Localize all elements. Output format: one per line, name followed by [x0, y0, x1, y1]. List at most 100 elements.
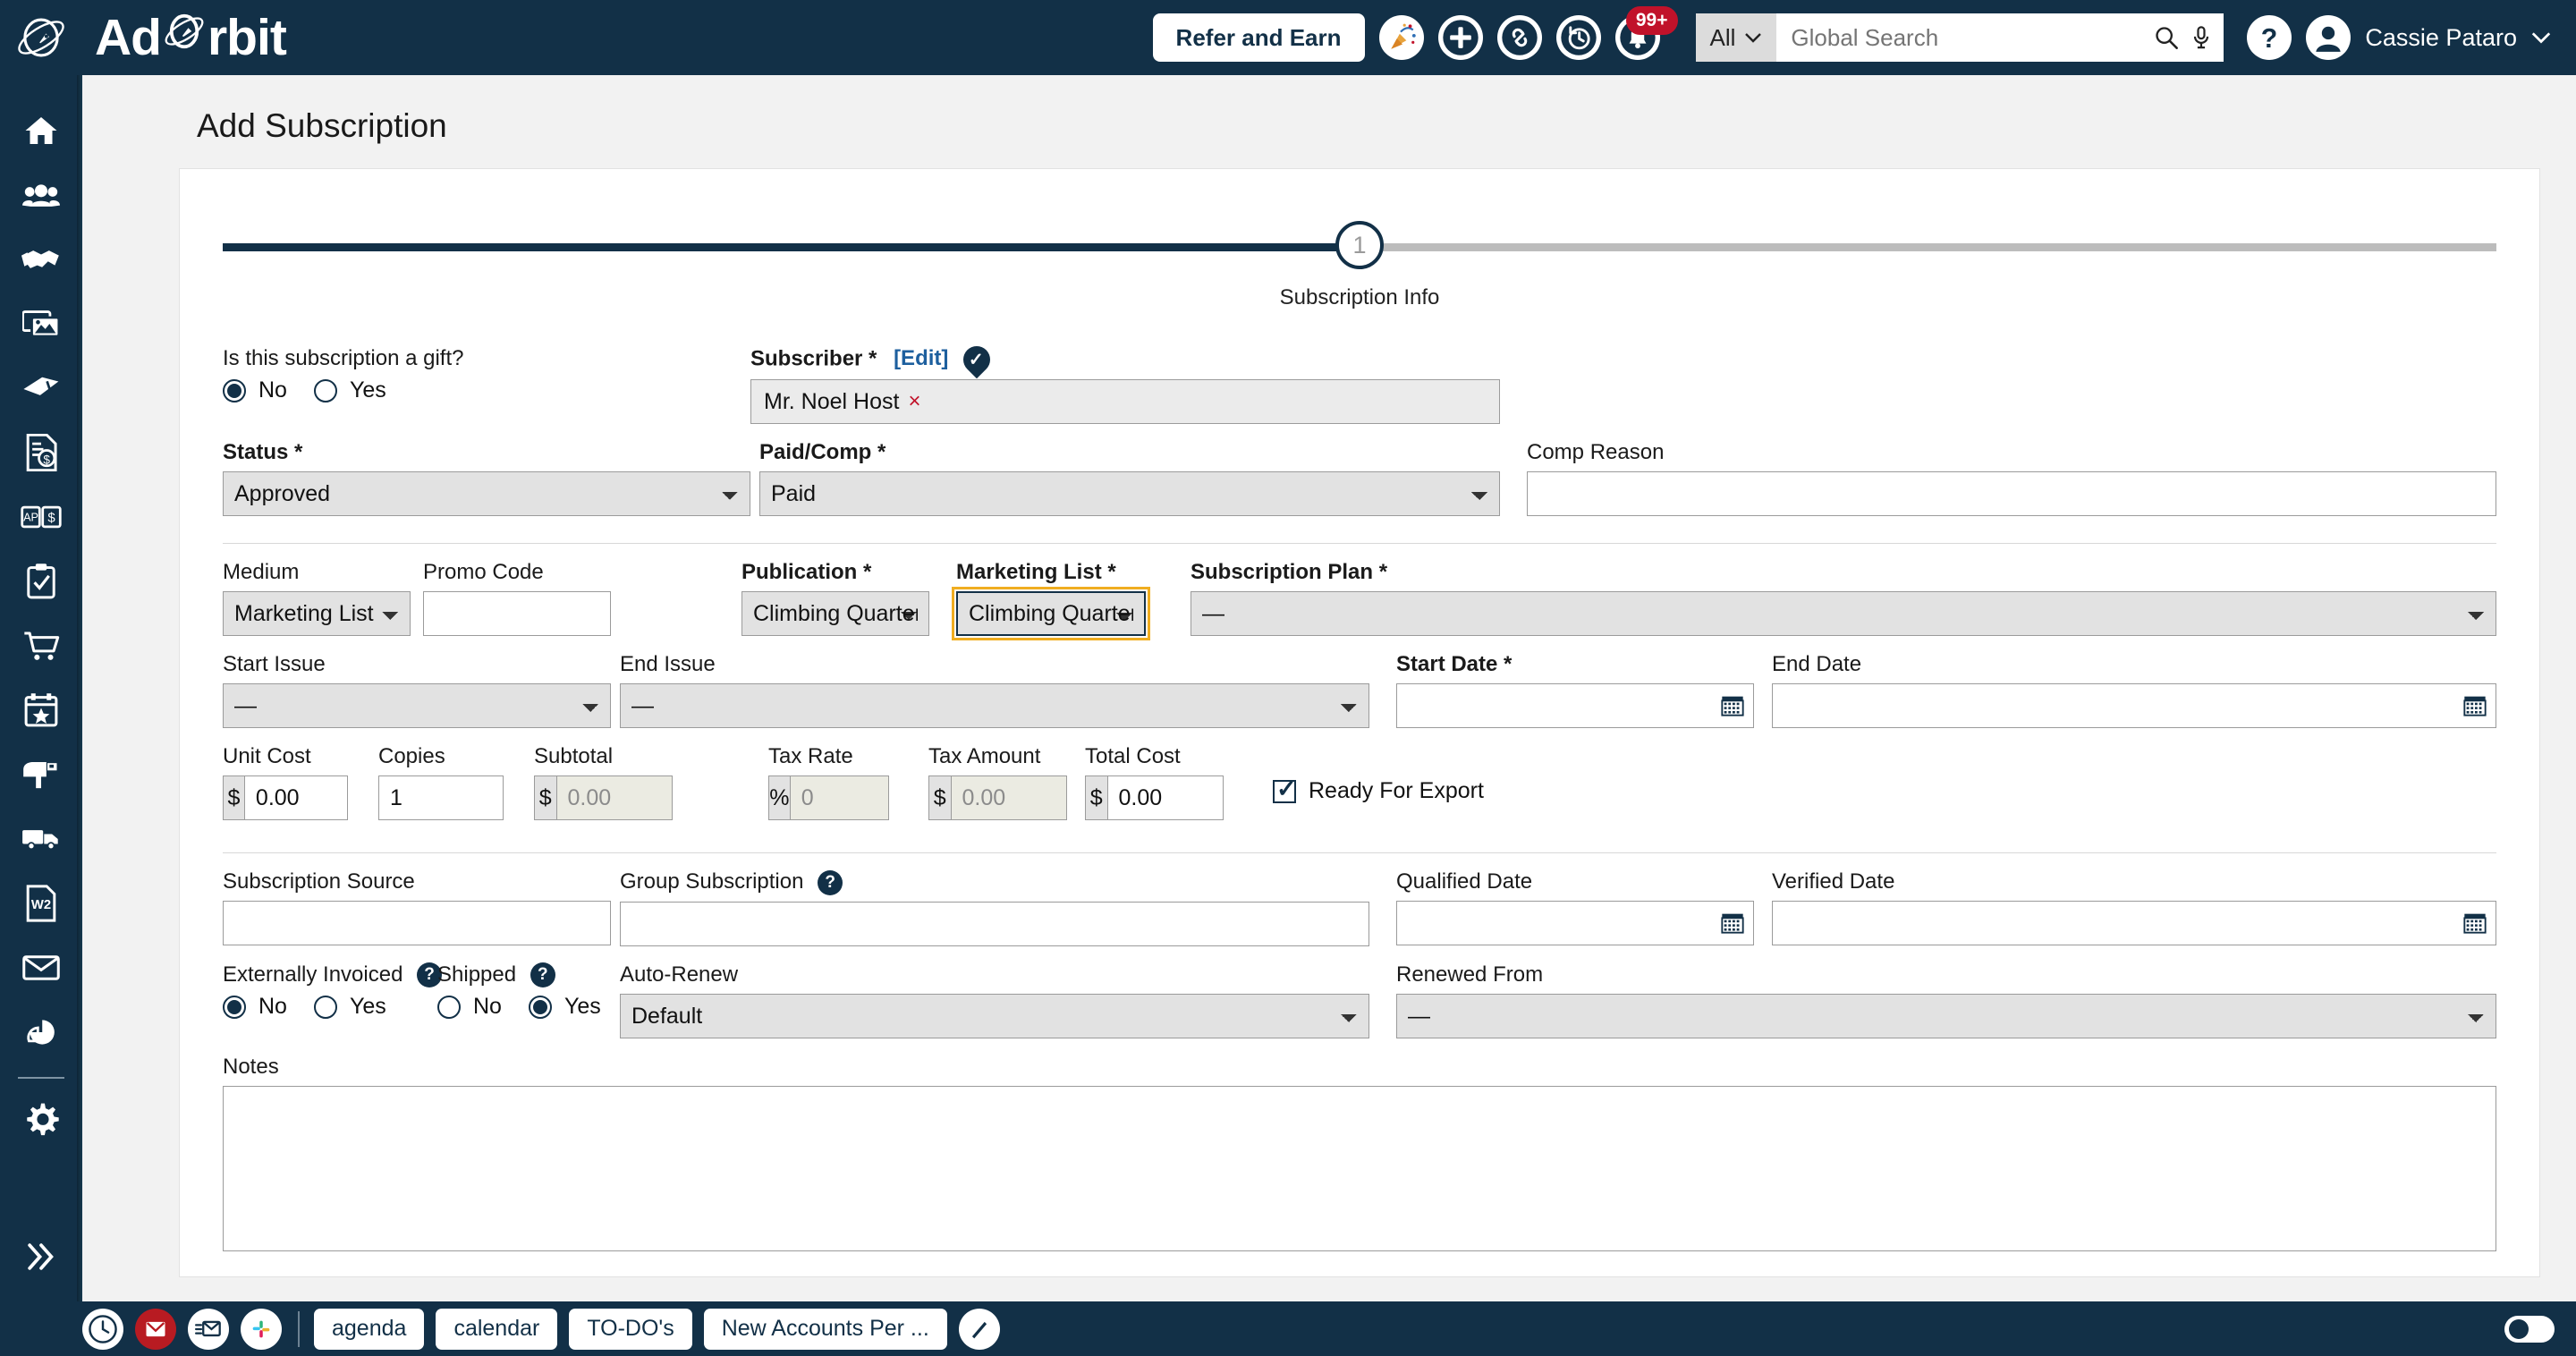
search-input[interactable] — [1789, 22, 2121, 53]
main-content: Add Subscription 1 Subscription Info Is … — [82, 75, 2576, 1301]
stepper-step-1[interactable]: 1 — [1335, 221, 1384, 269]
publication-select[interactable]: Climbing Quarterly — [741, 591, 929, 636]
tax-amount-input — [951, 776, 1066, 819]
avatar-icon[interactable] — [2306, 15, 2351, 60]
comp-reason-input[interactable] — [1527, 471, 2496, 516]
start-issue-select[interactable]: — — [223, 683, 611, 728]
taskbar-tab-new-accounts[interactable]: New Accounts Per ... — [703, 1308, 947, 1350]
shipped-radio-no[interactable] — [437, 995, 461, 1019]
marketing-list-select[interactable]: Climbing Quarterly List — [952, 587, 1150, 640]
sidebar-item-documents[interactable]: W2 — [0, 871, 82, 936]
externally-invoiced-label: Externally Invoiced ? — [223, 962, 443, 988]
sidebar-item-reports[interactable] — [0, 1000, 82, 1064]
link-icon[interactable] — [1496, 15, 1542, 60]
search-field[interactable] — [1776, 13, 2224, 62]
sidebar-item-settings[interactable] — [0, 1088, 82, 1152]
subscriber-edit-link[interactable]: [Edit] — [894, 346, 948, 370]
mail-read-icon[interactable] — [188, 1308, 229, 1350]
shipped-yes-label: Yes — [564, 994, 601, 1020]
chevron-double-right-icon — [28, 1243, 54, 1270]
verified-date-input[interactable] — [1772, 901, 2496, 945]
pencil-icon[interactable] — [958, 1308, 1000, 1350]
calendar-icon[interactable] — [2462, 692, 2487, 722]
sidebar-item-home[interactable] — [0, 98, 82, 163]
shipped-no-label: No — [473, 994, 502, 1020]
sidebar-item-billing[interactable]: $ — [0, 420, 82, 485]
shipped-radio-yes[interactable] — [528, 995, 552, 1019]
taskbar-tab-calendar[interactable]: calendar — [436, 1308, 558, 1350]
is-gift-radio-group: No Yes — [223, 377, 750, 403]
subscription-source-input[interactable] — [223, 901, 611, 945]
sidebar-item-events[interactable] — [0, 678, 82, 742]
sidebar-item-tasks[interactable] — [0, 549, 82, 614]
paid-comp-select[interactable]: Paid — [759, 471, 1500, 516]
auto-renew-select[interactable]: Default — [620, 993, 1369, 1038]
plus-icon[interactable] — [1437, 15, 1483, 60]
calendar-icon[interactable] — [1720, 910, 1745, 939]
user-menu[interactable]: Cassie Pataro — [2365, 24, 2553, 52]
microphone-icon[interactable] — [2191, 25, 2211, 50]
end-date-input[interactable] — [1772, 683, 2496, 728]
calendar-icon[interactable] — [2462, 910, 2487, 939]
ap-dollar-icon: AP $ — [21, 505, 62, 529]
medium-select[interactable]: Marketing List — [223, 591, 411, 636]
promo-code-input[interactable] — [423, 591, 611, 636]
slack-icon[interactable] — [241, 1308, 282, 1350]
qualified-date-input[interactable] — [1396, 901, 1754, 945]
brand-text-post: rbit — [207, 9, 287, 66]
bell-icon[interactable]: 99+ — [1614, 6, 1678, 60]
sidebar-item-tickets[interactable] — [0, 356, 82, 420]
start-date-input[interactable] — [1396, 683, 1754, 728]
chat-toggle[interactable] — [2504, 1315, 2555, 1343]
sidebar-expand-toggle[interactable] — [0, 1225, 82, 1289]
logo-mark[interactable] — [0, 12, 82, 64]
group-subscription-input[interactable] — [620, 901, 1369, 946]
end-issue-select[interactable]: — — [620, 683, 1369, 728]
sidebar-item-contacts[interactable] — [0, 163, 82, 227]
taskbar-tab-agenda[interactable]: agenda — [314, 1308, 425, 1350]
calendar-icon[interactable] — [1720, 692, 1745, 722]
subtotal-label: Subtotal — [534, 744, 614, 768]
field-subscription-plan: Subscription Plan * — — [1191, 560, 2496, 636]
help-icon[interactable]: ? — [2247, 15, 2292, 60]
unit-cost-input[interactable] — [244, 776, 347, 819]
externally-invoiced-radio-yes[interactable] — [313, 995, 337, 1019]
sidebar-item-email[interactable] — [0, 936, 82, 1000]
form-row-issues-dates: Start Issue — End Issue — Start Date * E… — [223, 636, 2496, 728]
subtotal-wrap: $ — [534, 775, 673, 820]
ready-for-export-checkbox[interactable] — [1273, 775, 1297, 803]
sidebar-item-accounts-payable[interactable]: AP $ — [0, 485, 82, 549]
status-select[interactable]: Approved — [223, 471, 750, 516]
field-end-date: End Date — [1772, 652, 2496, 728]
shipped-help-icon[interactable]: ? — [530, 962, 555, 988]
field-subscription-source: Subscription Source — [223, 869, 611, 946]
is-gift-radio-yes[interactable] — [313, 378, 337, 403]
orbit-logo-icon — [18, 18, 64, 57]
taskbar-tab-todos[interactable]: TO-DO's — [569, 1308, 692, 1350]
externally-invoiced-radio-no[interactable] — [223, 995, 246, 1019]
party-icon[interactable] — [1378, 15, 1424, 60]
shipped-label: Shipped ? — [437, 962, 620, 988]
total-cost-input[interactable] — [1107, 776, 1223, 819]
renewed-from-select[interactable]: — — [1396, 993, 2496, 1038]
sidebar-item-subscriptions[interactable] — [0, 742, 82, 807]
svg-text:$: $ — [47, 511, 55, 526]
refer-and-earn-button[interactable]: Refer and Earn — [1152, 13, 1365, 62]
mail-unread-icon[interactable] — [135, 1308, 176, 1350]
sidebar-item-deals[interactable] — [0, 227, 82, 292]
subscription-plan-select[interactable]: — — [1191, 591, 2496, 636]
copies-input[interactable] — [378, 775, 504, 820]
sidebar-item-media[interactable] — [0, 292, 82, 356]
notes-textarea[interactable] — [223, 1085, 2496, 1251]
group-subscription-help-icon[interactable]: ? — [818, 869, 843, 895]
sidebar-item-distribution[interactable] — [0, 807, 82, 871]
subscriber-value-field[interactable]: Mr. Noel Host × — [750, 379, 1500, 424]
sidebar-item-orders[interactable] — [0, 614, 82, 678]
chat-toggle-pill[interactable] — [2504, 1315, 2555, 1343]
search-icon[interactable] — [2154, 25, 2179, 50]
is-gift-radio-no[interactable] — [223, 378, 246, 403]
subscriber-remove-icon[interactable]: × — [908, 389, 920, 414]
search-scope-dropdown[interactable]: All — [1695, 13, 1777, 62]
clock-icon[interactable] — [82, 1308, 123, 1350]
history-icon[interactable] — [1555, 15, 1601, 60]
